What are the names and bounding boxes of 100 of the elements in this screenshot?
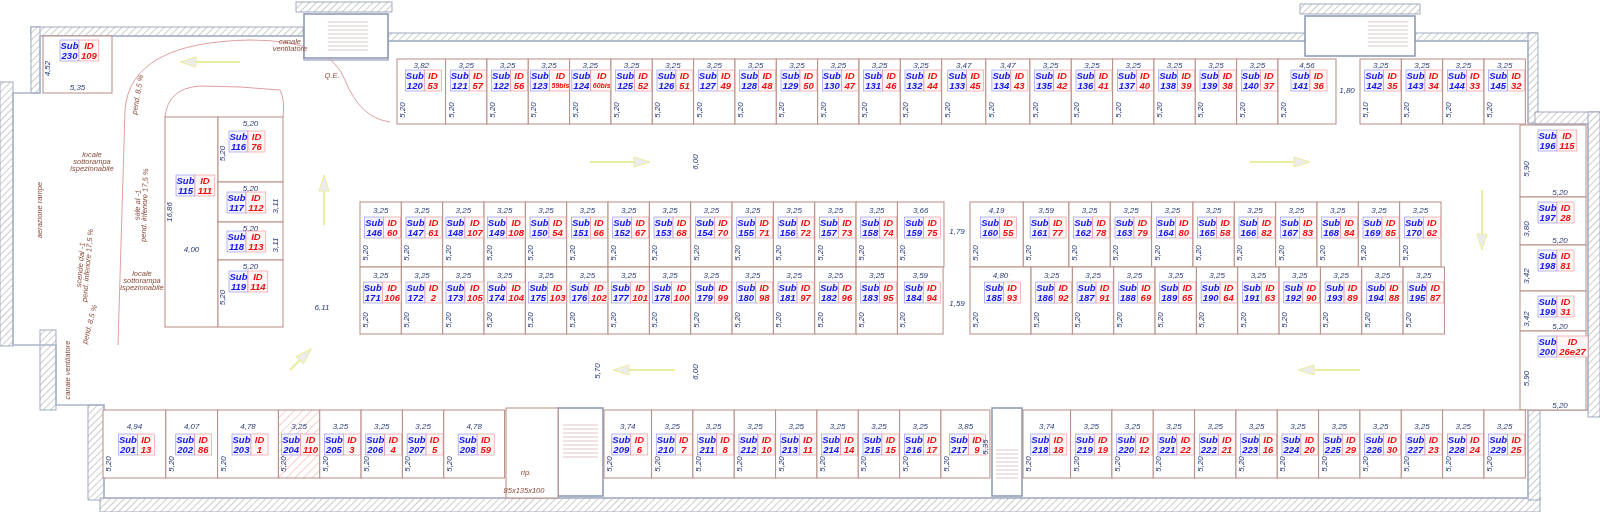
sub-caption: Sub [904,434,923,445]
id-number: 89 [1347,292,1358,303]
dimension-label: 3,25 [1125,61,1142,70]
id-number: 108 [508,227,525,238]
sub-number: 183 [862,292,879,303]
sub-caption: Sub [458,434,477,445]
id-number: 62 [1426,227,1438,238]
sub-caption: Sub [229,271,248,282]
sub-caption: Sub [1406,70,1425,81]
dimension-label: 3,25 [582,61,599,70]
id-number: 65 [1181,292,1193,303]
sub-caption: Sub [1075,434,1094,445]
id-caption: ID [470,282,480,293]
dimension-label: 1,80 [1339,86,1355,95]
dimension-label: 5,20 [1154,102,1164,118]
sub-caption: Sub [1118,282,1137,293]
sub-number: 131 [865,80,882,91]
sub-caption: Sub [904,282,923,293]
id-caption: ID [253,271,263,282]
id-caption: ID [1427,217,1437,228]
id-number: 71 [758,227,770,238]
dimension-label: 5,20 [857,245,867,261]
sub-caption: Sub [1076,70,1095,81]
dimension-label: 5,20 [735,456,745,472]
sub-caption: Sub [949,434,968,445]
dimension-label: 5,20 [279,456,289,472]
dimension-label: 5,20 [1072,102,1082,118]
sub-number: 199 [1539,306,1556,317]
dimension-label: 3,25 [744,206,761,215]
id-number: 111 [197,185,213,196]
sub-caption: Sub [1199,434,1218,445]
sub-number: 176 [571,292,588,303]
dimension-label: 3,25 [1250,271,1267,280]
dimension-label: 3,25 [706,61,723,70]
sub-caption: Sub [406,217,425,228]
sub-caption: Sub [1322,217,1341,228]
sub-number: 123 [532,80,548,91]
sub-caption: Sub [905,217,924,228]
dimension-label: 3,25 [665,61,681,70]
id-number: 93 [1006,292,1018,303]
sub-number: 201 [120,444,136,455]
id-number: 29 [1345,444,1357,455]
dimension-label: 3,74 [620,422,636,431]
dimension-label: 4,94 [126,422,143,431]
id-number: 2 [430,292,437,303]
dimension-label: 5,20 [1443,456,1453,472]
sub-number: 141 [1292,80,1309,91]
id-caption: ID [473,70,483,81]
sub-number: 230 [61,50,78,61]
id-number: 53 [427,80,439,91]
sub-number: 169 [1364,227,1381,238]
id-number: 59 [480,444,491,455]
dimension-label: 3,25 [1248,422,1265,431]
id-number: 21 [1221,444,1233,455]
sub-caption: Sub [822,434,841,445]
dimension-label: 5,20 [971,312,980,328]
dimension-label: 3,25 [1374,271,1391,280]
sub-caption: Sub [406,282,425,293]
id-number: 50 [803,80,814,91]
sub-number: 227 [1407,444,1424,455]
dimension-label: 5,20 [859,456,869,472]
sub-caption: Sub [981,217,1000,228]
sub-caption: Sub [778,282,797,293]
dimension-label: 5,20 [242,262,259,271]
id-number: 12 [1138,444,1150,455]
dimension-label: 5,20 [900,456,910,472]
sub-caption: Sub [1077,282,1096,293]
sub-number: 188 [1120,292,1136,303]
dimension-label: 3,25 [1333,271,1349,280]
id-number: 51 [679,80,690,91]
sub-number: 151 [572,227,589,238]
sub-number: 132 [906,80,923,91]
dimension-label: 5,20 [693,456,703,472]
id-caption: ID [594,217,604,228]
sub-number: 168 [1323,227,1340,238]
dimension-label: 5,20 [1359,245,1369,261]
id-number: 39 [1180,80,1192,91]
id-number: 115 [1559,140,1575,151]
id-number: 9 [974,444,980,455]
id-caption: ID [347,434,357,445]
sub-number: 223 [1242,444,1259,455]
sub-caption: Sub [654,217,673,228]
dimension-label: 5,20 [1360,456,1370,472]
sub-caption: Sub [657,70,676,81]
id-caption: ID [883,282,893,293]
dimension-label: 3,59 [1038,206,1054,215]
sub-caption: Sub [232,434,251,445]
dimension-label: 3,25 [1412,206,1429,215]
sub-number: 175 [530,292,547,303]
sub-number: 209 [613,444,630,455]
dimension-label: 6,11 [314,303,330,312]
dimension-label: 5,20 [898,245,908,261]
sub-caption: Sub [176,175,195,186]
sub-caption: Sub [1538,130,1557,141]
id-number: 109 [80,50,97,61]
id-number: 46 [885,80,897,91]
dimension-label: 5,20 [1552,188,1568,197]
sub-number: 177 [612,292,629,303]
dimension-label: 3,25 [1123,206,1139,215]
sub-number: 142 [1366,80,1383,91]
